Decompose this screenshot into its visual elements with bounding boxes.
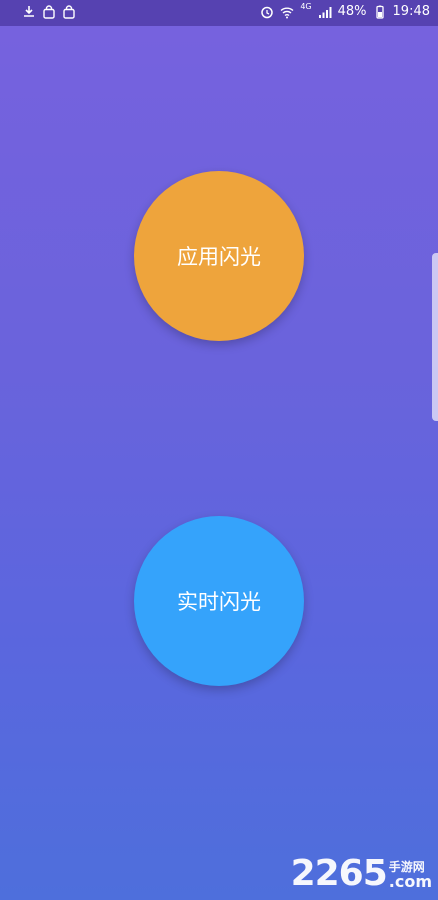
network-type: 4G <box>300 2 312 11</box>
edge-panel-handle[interactable] <box>432 253 438 421</box>
status-right-icons: 4G 48% 19:48 <box>260 2 430 19</box>
app-flash-label: 应用闪光 <box>177 245 261 269</box>
battery-percent: 48% <box>337 4 367 19</box>
watermark-number: 2265 <box>290 853 388 894</box>
app-flash-button[interactable]: 应用闪光 <box>134 171 304 341</box>
wifi-icon <box>280 5 294 19</box>
download-icon <box>22 5 36 19</box>
watermark-domain: .com <box>388 872 432 891</box>
realtime-flash-label: 实时闪光 <box>177 590 261 614</box>
realtime-flash-button[interactable]: 实时闪光 <box>134 516 304 686</box>
battery-icon <box>373 5 387 19</box>
clock-time: 19:48 <box>392 4 430 19</box>
shopping-bag-icon <box>42 5 56 19</box>
status-left-icons <box>22 5 76 19</box>
signal-icon <box>318 5 332 19</box>
watermark-side: 手游网 .com <box>389 860 432 890</box>
watermark-logo: 2265 手游网 .com <box>291 856 432 892</box>
alarm-icon <box>260 5 274 19</box>
status-bar: 4G 48% 19:48 <box>0 0 438 26</box>
shopping-bag-icon <box>62 5 76 19</box>
